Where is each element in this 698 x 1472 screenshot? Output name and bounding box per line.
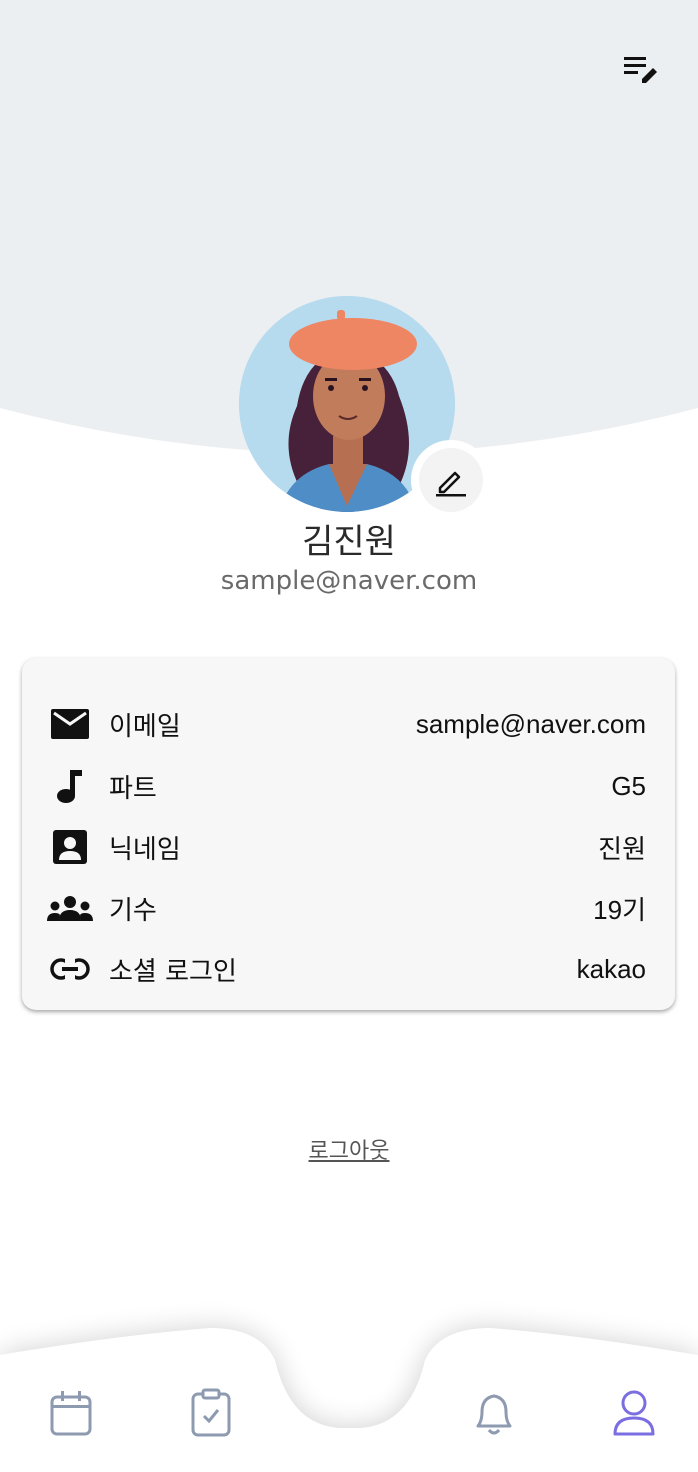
- tabbar-background: [0, 1328, 698, 1472]
- info-row-generation: 기수 19기: [22, 886, 675, 930]
- profile-email: sample@naver.com: [220, 566, 478, 596]
- clipboard-check-icon: [191, 1388, 231, 1437]
- logout-link[interactable]: 로그아웃: [0, 1133, 698, 1165]
- tab-notifications[interactable]: [469, 1385, 519, 1441]
- mail-icon: [51, 709, 89, 739]
- group-icon: [47, 896, 93, 921]
- info-value-social-login: kakao: [576, 953, 646, 984]
- pencil-icon: [436, 471, 466, 497]
- tab-calendar[interactable]: [46, 1385, 96, 1441]
- info-value-part: G5: [611, 770, 646, 801]
- info-value-nickname: 진원: [598, 833, 646, 864]
- info-label-generation: 기수: [109, 895, 157, 926]
- avatar-edit-button[interactable]: [411, 440, 491, 520]
- info-row-nickname: 닉네임 진원: [22, 825, 675, 869]
- person-icon: [613, 1390, 655, 1436]
- calendar-icon: [50, 1391, 92, 1436]
- tab-profile[interactable]: [609, 1385, 659, 1441]
- tab-tasks[interactable]: [186, 1385, 236, 1441]
- info-value-generation: 19기: [593, 894, 646, 925]
- link-icon: [50, 958, 90, 980]
- info-label-email: 이메일: [109, 711, 181, 742]
- info-label-nickname: 닉네임: [109, 834, 181, 865]
- profile-name: 김진원: [302, 522, 396, 562]
- profile-info-card: 이메일 sample@naver.com 파트 G5 닉네임 진원 기수 19기…: [22, 658, 675, 1010]
- info-value-email: sample@naver.com: [415, 708, 646, 739]
- contact-card-icon: [53, 830, 87, 864]
- music-note-icon: [57, 770, 82, 803]
- list-edit-icon: [624, 57, 657, 83]
- info-row-part: 파트 G5: [22, 764, 675, 808]
- bell-icon: [476, 1394, 512, 1435]
- info-label-social-login: 소셜 로그인: [109, 956, 237, 987]
- info-row-email: 이메일 sample@naver.com: [22, 702, 675, 746]
- info-label-part: 파트: [109, 773, 157, 804]
- edit-profile-button[interactable]: [618, 48, 660, 88]
- info-row-social-login: 소셜 로그인 kakao: [22, 947, 675, 991]
